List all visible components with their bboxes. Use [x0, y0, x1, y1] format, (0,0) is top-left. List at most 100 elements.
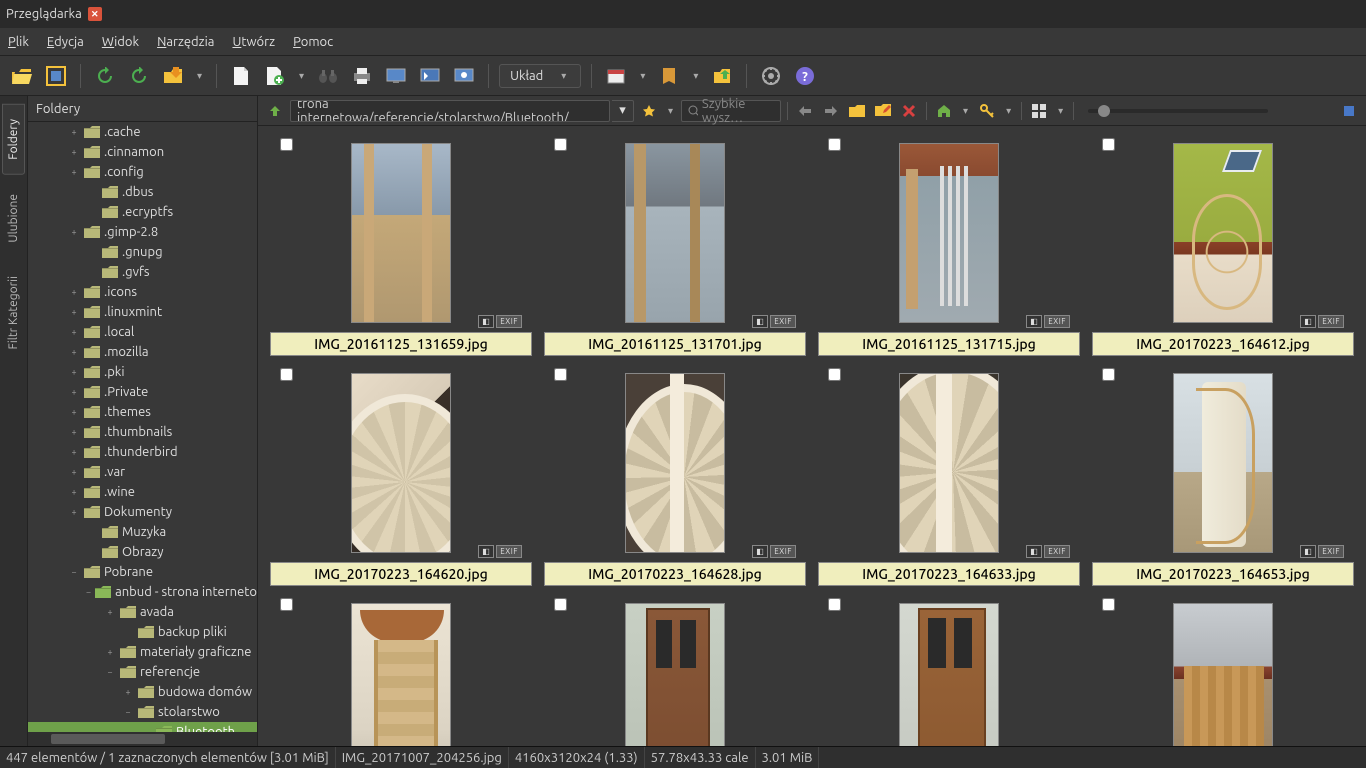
expander-icon[interactable]: + [68, 387, 80, 397]
stop-icon[interactable] [159, 62, 187, 90]
tree-node[interactable]: +.gimp-2.8 [28, 222, 257, 242]
tree-node[interactable]: −anbud - strona internetowa [28, 582, 257, 602]
screen1-icon[interactable] [382, 62, 410, 90]
home-icon[interactable] [933, 100, 955, 122]
path-input[interactable]: trona internetowa/referencje/stolarstwo/… [290, 100, 610, 122]
tree-node[interactable]: .ecryptfs [28, 202, 257, 222]
horizontal-scrollbar[interactable] [28, 732, 257, 746]
thumbnail-image[interactable] [625, 143, 725, 323]
layout-dropdown[interactable]: Układ ▾ [499, 64, 581, 88]
expander-icon[interactable]: + [68, 347, 80, 357]
folder-tree[interactable]: +.cache+.cinnamon+.config.dbus.ecryptfs+… [28, 122, 257, 732]
star-icon[interactable] [638, 100, 660, 122]
thumbnail-image[interactable] [1173, 143, 1273, 323]
screen3-icon[interactable] [450, 62, 478, 90]
folder-edit-icon[interactable] [872, 100, 894, 122]
refresh-cw-icon[interactable] [125, 62, 153, 90]
thumbnail-image[interactable] [625, 373, 725, 553]
tree-node[interactable]: Muzyka [28, 522, 257, 542]
thumbnail-image[interactable] [899, 373, 999, 553]
quick-search-input[interactable]: Szybkie wysz… [681, 100, 781, 122]
tree-node[interactable]: +avada [28, 602, 257, 622]
tree-node[interactable]: +materiały graficzne [28, 642, 257, 662]
menu-tools[interactable]: Narzędzia [157, 35, 214, 49]
key-icon[interactable] [976, 100, 998, 122]
expander-icon[interactable]: + [68, 507, 80, 517]
expander-icon[interactable]: + [68, 307, 80, 317]
export2-icon[interactable] [708, 62, 736, 90]
refresh-ccw-icon[interactable] [91, 62, 119, 90]
tab-folders[interactable]: Foldery [2, 104, 25, 175]
calendar-icon[interactable] [602, 62, 630, 90]
thumbnail-cell[interactable]: ◧ EXIF IMG_20170223_164628.jpg [544, 364, 806, 586]
thumbnail-cell[interactable]: ◧ EXIF IMG_20170223_164633.jpg [818, 364, 1080, 586]
book-icon[interactable] [655, 62, 683, 90]
tree-node[interactable]: −referencje [28, 662, 257, 682]
open-icon[interactable] [8, 62, 36, 90]
thumbnail-image[interactable] [899, 143, 999, 323]
menu-file[interactable]: Plik [8, 35, 29, 49]
tree-node[interactable]: +.themes [28, 402, 257, 422]
thumbnail-cell[interactable]: ◧ EXIF IMG_20161125_131659.jpg [270, 134, 532, 356]
menu-create[interactable]: Utwórz [232, 35, 275, 49]
chevron-down-icon[interactable]: ▾ [636, 70, 649, 82]
tree-node[interactable]: +.thunderbird [28, 442, 257, 462]
expander-icon[interactable]: + [104, 647, 116, 657]
fullscreen-icon[interactable] [42, 62, 70, 90]
tree-node[interactable]: +.cache [28, 122, 257, 142]
expander-icon[interactable]: + [68, 487, 80, 497]
tree-node[interactable]: +.mozilla [28, 342, 257, 362]
chevron-down-icon[interactable]: ▾ [1002, 105, 1015, 117]
thumbnail-image[interactable] [1173, 373, 1273, 553]
export-icon[interactable] [261, 62, 289, 90]
thumbnail-cell[interactable]: ◧ EXIF IMG_20161125_131701.jpg [544, 134, 806, 356]
expander-icon[interactable]: + [68, 447, 80, 457]
nav-forward-icon[interactable] [820, 100, 842, 122]
close-icon[interactable]: ✕ [88, 7, 102, 21]
folder-icon[interactable] [846, 100, 868, 122]
thumbnail-image[interactable] [625, 603, 725, 746]
menu-view[interactable]: Widok [102, 35, 139, 49]
chevron-down-icon[interactable]: ▾ [1054, 105, 1067, 117]
expander-icon[interactable]: − [68, 567, 80, 577]
tree-node[interactable]: +budowa domów [28, 682, 257, 702]
expander-icon[interactable]: + [68, 427, 80, 437]
thumbnail-image[interactable] [351, 143, 451, 323]
expander-icon[interactable]: + [104, 607, 116, 617]
screen2-icon[interactable] [416, 62, 444, 90]
tree-node[interactable]: +.pki [28, 362, 257, 382]
thumbnail-image[interactable] [351, 603, 451, 746]
tree-node[interactable]: .dbus [28, 182, 257, 202]
path-chevron-icon[interactable]: ▾ [612, 100, 634, 122]
thumbnail-cell[interactable]: ◧ EXIF [818, 594, 1080, 746]
thumbnail-cell[interactable]: ◧ EXIF [1092, 594, 1354, 746]
tree-node[interactable]: Bluetooth [28, 722, 257, 732]
new-doc-icon[interactable] [227, 62, 255, 90]
tree-node[interactable]: +.cinnamon [28, 142, 257, 162]
up-arrow-icon[interactable] [264, 100, 286, 122]
grid-view-icon[interactable] [1028, 100, 1050, 122]
tree-node[interactable]: backup pliki [28, 622, 257, 642]
thumbnail-grid[interactable]: ◧ EXIF IMG_20161125_131659.jpg ◧ EXIF IM… [258, 126, 1366, 746]
chevron-down-icon[interactable]: ▾ [959, 105, 972, 117]
thumbnail-cell[interactable]: ◧ EXIF [544, 594, 806, 746]
tree-node[interactable]: .gnupg [28, 242, 257, 262]
expander-icon[interactable]: + [68, 287, 80, 297]
expander-icon[interactable]: + [68, 467, 80, 477]
expander-icon[interactable]: + [122, 687, 134, 697]
tree-node[interactable]: −stolarstwo [28, 702, 257, 722]
chevron-down-icon[interactable]: ▾ [295, 70, 308, 82]
tree-node[interactable]: .gvfs [28, 262, 257, 282]
tree-node[interactable]: +.local [28, 322, 257, 342]
thumbnail-image[interactable] [351, 373, 451, 553]
expander-icon[interactable]: + [68, 407, 80, 417]
binoculars-icon[interactable] [314, 62, 342, 90]
expander-icon[interactable]: − [86, 587, 91, 597]
expander-icon[interactable]: + [68, 367, 80, 377]
thumbnail-cell[interactable]: ◧ EXIF [270, 594, 532, 746]
expander-icon[interactable]: + [68, 227, 80, 237]
tab-category-filter[interactable]: Filtr Kategorii [2, 261, 25, 364]
thumbnail-image[interactable] [899, 603, 999, 746]
expander-icon[interactable]: + [68, 147, 80, 157]
menu-help[interactable]: Pomoc [293, 35, 333, 49]
